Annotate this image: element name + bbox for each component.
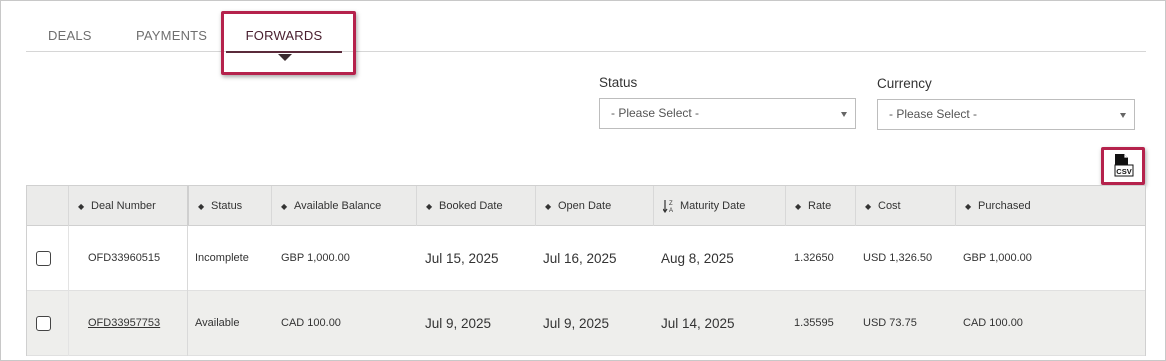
column-header-purchased[interactable]: ◆ Purchased [955,186,1145,226]
column-header-booked-date[interactable]: ◆ Booked Date [416,186,535,226]
sort-z-a-icon: ZA [662,199,675,214]
active-tab-underline [226,51,342,53]
tab-deals[interactable]: DEALS [48,22,92,52]
maturity-date-cell: Jul 14, 2025 [661,316,735,331]
column-label: Available Balance [294,200,382,212]
currency-select-value: - Please Select - [889,107,978,121]
booked-date-cell: Jul 9, 2025 [425,316,492,331]
sort-icon: ◆ [198,202,205,211]
forwards-table: ◆ Deal Number ◆ Status ◆ Available Balance … [26,185,1146,356]
column-header-open-date[interactable]: ◆ Open Date [535,186,653,226]
currency-filter-label: Currency [877,76,932,91]
rate-cell: 1.32650 [794,252,834,264]
svg-text:A: A [669,208,673,213]
tab-bar: DEALS PAYMENTS FORWARDS [26,22,1146,61]
column-label: Open Date [558,200,612,212]
column-label: Rate [808,200,832,212]
rate-cell: 1.35595 [794,317,834,329]
open-date-cell: Jul 16, 2025 [543,251,617,266]
column-divider [187,291,188,356]
sort-icon: ◆ [865,202,872,211]
sort-icon: ◆ [78,202,85,211]
deal-number-cell: OFD33960515 [88,252,161,264]
column-header-available-balance[interactable]: ◆ Available Balance [271,186,416,226]
tab-forwards[interactable]: FORWARDS [226,22,342,61]
column-label: Status [211,200,243,212]
booked-date-cell: Jul 15, 2025 [425,251,499,266]
column-divider [68,226,69,291]
available-balance-cell: GBP 1,000.00 [281,252,350,264]
sort-icon: ◆ [426,202,433,211]
column-divider [187,226,188,291]
column-label: Maturity Date [680,200,746,212]
column-divider [68,291,69,356]
status-cell: Incomplete [195,252,249,264]
cost-cell: USD 1,326.50 [863,252,933,264]
chevron-down-icon [1120,113,1126,118]
deal-number-link[interactable]: OFD33957753 [88,291,160,356]
row-select-checkbox[interactable] [36,316,51,331]
column-header-deal-number[interactable]: ◆ Deal Number [68,186,187,226]
open-date-cell: Jul 9, 2025 [543,316,610,331]
column-header-status[interactable]: ◆ Status [187,186,271,226]
csv-file-icon: CSV [1114,154,1134,177]
sort-icon: ◆ [545,202,552,211]
column-label: Booked Date [439,200,503,212]
tab-payments[interactable]: PAYMENTS [136,22,207,52]
column-header-cost[interactable]: ◆ Cost [855,186,955,226]
table-row: OFD33960515 Incomplete GBP 1,000.00 Jul … [27,226,1145,291]
sort-icon: ◆ [965,202,972,211]
cost-cell: USD 73.75 [863,317,917,329]
column-label: Deal Number [91,200,156,212]
table-row: OFD33957753 Available CAD 100.00 Jul 9, … [27,291,1145,356]
chevron-down-icon [841,112,847,117]
csv-export-button[interactable]: CSV [1113,153,1135,179]
column-label: Cost [878,200,901,212]
csv-icon-text: CSV [1116,167,1131,176]
status-select[interactable]: - Please Select - [599,98,856,129]
row-select-checkbox[interactable] [36,251,51,266]
svg-text:Z: Z [669,201,673,207]
sort-icon: ◆ [281,202,288,211]
status-select-value: - Please Select - [611,106,700,120]
status-cell: Available [195,317,240,329]
column-header-maturity-date[interactable]: ZA Maturity Date [653,186,785,226]
column-header-rate[interactable]: ◆ Rate [785,186,855,226]
sort-icon: ◆ [795,202,802,211]
active-tab-caret-icon [278,54,292,61]
purchased-cell: CAD 100.00 [963,317,1023,329]
maturity-date-cell: Aug 8, 2025 [661,251,734,266]
purchased-cell: GBP 1,000.00 [963,252,1032,264]
table-header: ◆ Deal Number ◆ Status ◆ Available Balance … [27,185,1145,226]
available-balance-cell: CAD 100.00 [281,317,341,329]
column-label: Purchased [978,200,1031,212]
status-filter-label: Status [599,75,638,90]
tab-forwards-label: FORWARDS [245,28,323,43]
currency-select[interactable]: - Please Select - [877,99,1135,130]
